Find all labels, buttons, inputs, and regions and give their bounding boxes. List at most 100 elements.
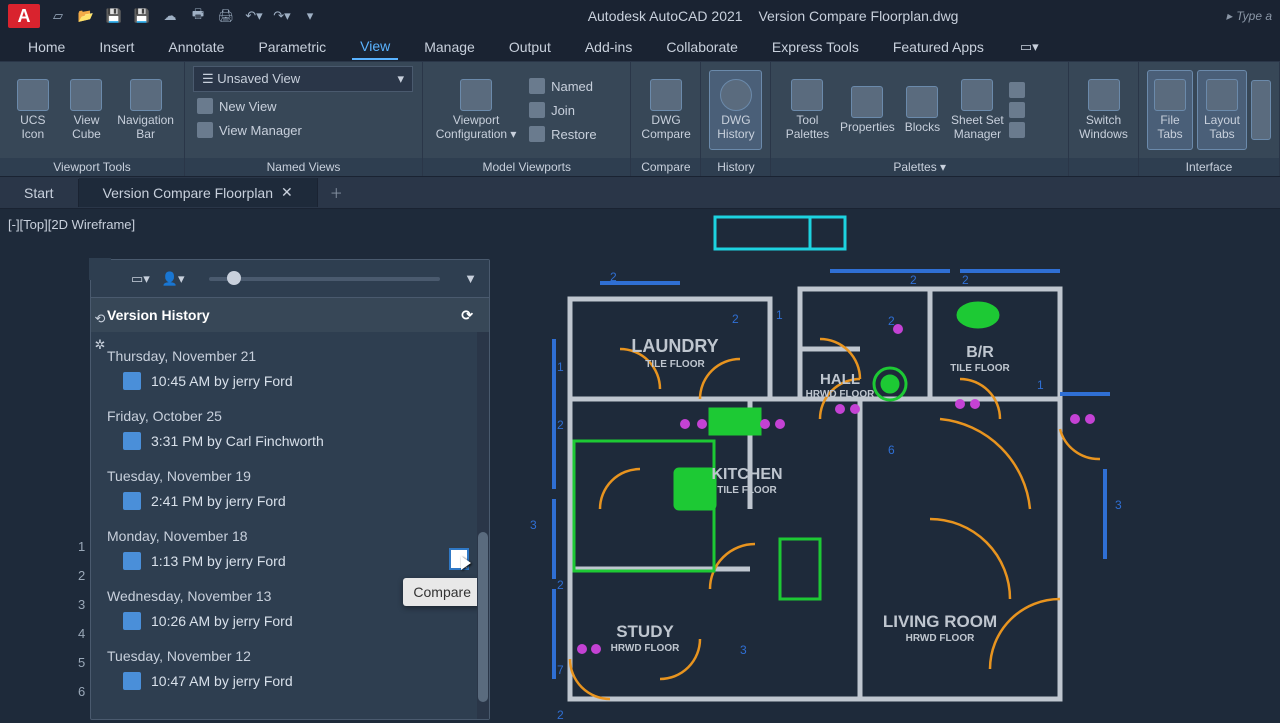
join-vp-button[interactable]: Join: [525, 100, 601, 120]
tab-home[interactable]: Home: [20, 35, 73, 59]
version-entry[interactable]: 3:31 PM by Carl Finchworth: [107, 428, 473, 460]
undo-icon[interactable]: ↶▾: [244, 6, 264, 26]
date-filter-icon[interactable]: ▭▾: [131, 271, 150, 287]
search-arrow-icon: ▸: [1226, 9, 1232, 23]
panel-title: Interface: [1139, 158, 1279, 176]
user-filter-icon[interactable]: 👤▾: [162, 271, 185, 287]
tab-insert[interactable]: Insert: [91, 35, 142, 59]
version-history-list[interactable]: Thursday, November 2110:45 AM by jerry F…: [91, 332, 489, 719]
print-icon[interactable]: 🖨: [216, 6, 236, 26]
new-view-button[interactable]: New View: [193, 96, 281, 116]
qat-dropdown-icon[interactable]: ▾: [300, 6, 320, 26]
panel-title: Named Views: [185, 158, 422, 176]
slider-thumb[interactable]: [227, 271, 241, 285]
view-manager-button[interactable]: View Manager: [193, 120, 306, 140]
properties-button[interactable]: Properties: [837, 70, 897, 150]
tab-collaborate[interactable]: Collaborate: [658, 35, 746, 59]
saveas-icon[interactable]: 💾: [132, 6, 152, 26]
svg-text:3: 3: [530, 518, 537, 532]
web-icon[interactable]: ☁: [160, 6, 180, 26]
scrollbar-thumb[interactable]: [478, 532, 488, 702]
switch-windows-button[interactable]: Switch Windows: [1077, 70, 1130, 150]
panel-option-icon[interactable]: ⟲: [89, 308, 111, 330]
app-logo[interactable]: A: [8, 4, 40, 28]
dwg-history-button[interactable]: DWG History: [709, 70, 762, 150]
version-entry[interactable]: 1:13 PM by jerry FordCompare: [107, 548, 473, 580]
svg-text:1: 1: [776, 308, 783, 322]
svg-text:TILE FLOOR: TILE FLOOR: [645, 359, 705, 370]
join-vp-icon: [529, 102, 545, 118]
tab-manage[interactable]: Manage: [416, 35, 483, 59]
palette-icon[interactable]: [1009, 122, 1025, 138]
panel-compare: DWG Compare Compare: [631, 62, 701, 176]
svg-text:7: 7: [557, 663, 564, 677]
layout-tabs-button[interactable]: Layout Tabs: [1197, 70, 1247, 150]
svg-text:3: 3: [740, 643, 747, 657]
doctab-current[interactable]: Version Compare Floorplan✕: [79, 178, 318, 207]
navbar-button[interactable]: Navigation Bar: [115, 70, 176, 150]
tab-addins[interactable]: Add-ins: [577, 35, 640, 59]
svg-text:KITCHEN: KITCHEN: [711, 466, 782, 483]
version-entry-label: 10:45 AM by jerry Ford: [151, 373, 293, 389]
refresh-icon[interactable]: ⟳: [461, 307, 473, 324]
svg-text:2: 2: [557, 708, 564, 720]
blocks-button[interactable]: Blocks: [899, 70, 945, 150]
scrollbar[interactable]: [477, 332, 489, 719]
panel-switch: Switch Windows: [1069, 62, 1139, 176]
version-entry[interactable]: 10:45 AM by jerry Ford: [107, 368, 473, 400]
tab-featuredapps[interactable]: Featured Apps: [885, 35, 992, 59]
restore-vp-button[interactable]: Restore: [525, 124, 601, 144]
tab-annotate[interactable]: Annotate: [160, 35, 232, 59]
panel-named-views: ☰ Unsaved View▾ New View View Manager Na…: [185, 62, 423, 176]
named-vp-button[interactable]: Named: [525, 76, 601, 96]
sheetset-button[interactable]: Sheet Set Manager: [947, 70, 1007, 150]
version-file-icon: [123, 372, 141, 390]
svg-text:HALL: HALL: [820, 371, 860, 388]
new-icon[interactable]: ▱: [48, 6, 68, 26]
version-entry[interactable]: 10:26 AM by jerry Ford: [107, 608, 473, 640]
svg-text:HRWD FLOOR: HRWD FLOOR: [906, 633, 975, 644]
svg-text:1: 1: [1037, 378, 1044, 392]
version-day-header: Friday, October 25: [107, 400, 473, 428]
version-file-icon: [123, 432, 141, 450]
viewport-config-button[interactable]: Viewport Configuration ▾: [431, 70, 521, 150]
close-icon[interactable]: ✕: [281, 184, 293, 201]
drawing-area[interactable]: [-][Top][2D Wireframe] 1 2 3 4 5 6 ✕ ⤡ ⟲…: [0, 209, 1280, 720]
filter-icon[interactable]: ▼: [464, 271, 477, 286]
ucs-icon-button[interactable]: UCS Icon: [8, 70, 58, 150]
palette-icon[interactable]: [1009, 102, 1025, 118]
version-file-icon: [123, 492, 141, 510]
document-tabs: Start Version Compare Floorplan✕ ＋: [0, 177, 1280, 209]
view-label[interactable]: [-][Top][2D Wireframe]: [8, 217, 135, 232]
version-entry[interactable]: 2:41 PM by jerry Ford: [107, 488, 473, 520]
version-file-icon: [123, 552, 141, 570]
named-view-combo[interactable]: ☰ Unsaved View▾: [193, 66, 413, 92]
interface-more-icon[interactable]: [1251, 80, 1271, 140]
viewcube-button[interactable]: View Cube: [62, 70, 112, 150]
plot-icon[interactable]: 🖶: [188, 6, 208, 26]
doc-name: Version Compare Floorplan.dwg: [758, 8, 958, 24]
open-icon[interactable]: 📂: [76, 6, 96, 26]
tab-parametric[interactable]: Parametric: [250, 35, 334, 59]
version-entry[interactable]: 10:47 AM by jerry Ford: [107, 668, 473, 700]
timeline-slider[interactable]: [209, 277, 441, 281]
new-tab-button[interactable]: ＋: [318, 177, 355, 208]
floorplan-canvas[interactable]: LAUNDRY TILE FLOOR B/R TILE FLOOR HALL H…: [500, 209, 1280, 720]
tab-view[interactable]: View: [352, 34, 398, 60]
version-history-toolbar: ▭▾ 👤▾ ▼: [91, 260, 489, 298]
search-box[interactable]: ▸ Type a: [1226, 9, 1272, 23]
line-numbers: 1 2 3 4 5 6: [78, 539, 85, 703]
tool-palettes-button[interactable]: Tool Palettes: [779, 70, 835, 150]
save-icon[interactable]: 💾: [104, 6, 124, 26]
palette-icon[interactable]: [1009, 82, 1025, 98]
svg-text:2: 2: [888, 314, 895, 328]
doctab-start[interactable]: Start: [0, 179, 79, 207]
dwg-compare-button[interactable]: DWG Compare: [639, 70, 692, 150]
tab-expresstools[interactable]: Express Tools: [764, 35, 867, 59]
panel-title: Viewport Tools: [0, 158, 184, 176]
search-placeholder: Type a: [1236, 9, 1272, 23]
redo-icon[interactable]: ↷▾: [272, 6, 292, 26]
file-tabs-button[interactable]: File Tabs: [1147, 70, 1193, 150]
tab-output[interactable]: Output: [501, 35, 559, 59]
ribbon-visibility-icon[interactable]: ▭▾: [1020, 39, 1039, 55]
